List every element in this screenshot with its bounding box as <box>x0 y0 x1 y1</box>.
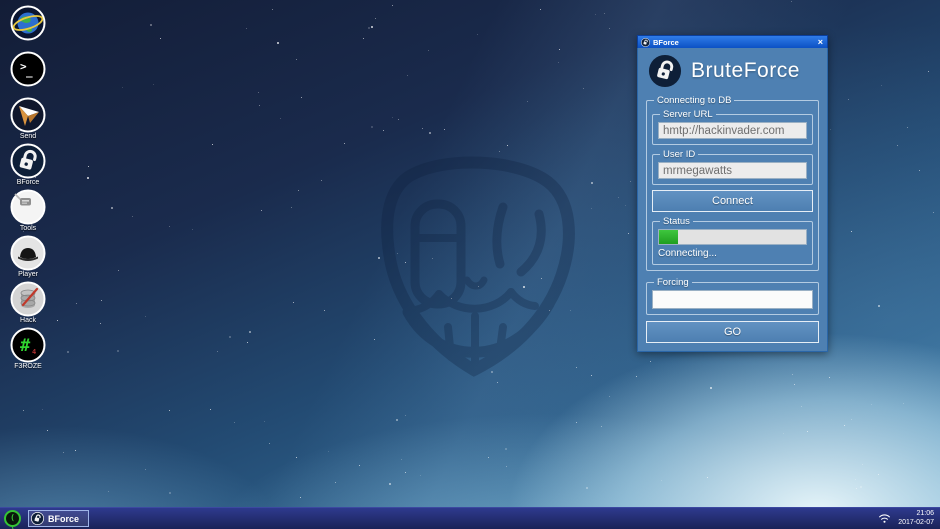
app-header: BruteForce <box>646 51 819 93</box>
connecting-to-db-group: Connecting to DB Server URL User ID Conn… <box>646 95 819 271</box>
browser-icon[interactable] <box>10 5 46 41</box>
hack-icon[interactable] <box>10 281 46 317</box>
go-button[interactable]: GO <box>646 321 819 343</box>
status-label: Status <box>663 216 690 227</box>
connecting-to-db-label: Connecting to DB <box>657 95 732 106</box>
svg-text:4: 4 <box>32 348 36 356</box>
app-title: BruteForce <box>691 59 800 82</box>
start-button[interactable]: ( ) <box>4 510 21 529</box>
user-id-group: User ID <box>652 149 813 185</box>
tools-icon[interactable] <box>10 189 46 225</box>
matrix-icon[interactable]: # 4 <box>10 327 46 363</box>
window-body: BruteForce Connecting to DB Server URL U… <box>637 48 828 352</box>
window-titlebar[interactable]: BForce × <box>637 35 828 48</box>
player-icon[interactable] <box>10 235 46 271</box>
desktop-icon-column: > _ Send BForce Tools Player Hack # 4 F3… <box>6 5 50 373</box>
taskbar: ( ) BForce 21:06 2017-02-07 <box>0 507 940 529</box>
matrix-icon-label: F3ROZE <box>14 363 42 370</box>
status-text: Connecting... <box>658 248 717 259</box>
window-titlebar-icon <box>641 37 650 47</box>
taskbar-bforce-icon <box>31 512 44 525</box>
clock-date: 2017-02-07 <box>898 518 934 526</box>
console-icon[interactable]: > _ <box>10 51 46 87</box>
connect-button[interactable]: Connect <box>652 190 813 212</box>
tools-icon-label: Tools <box>19 225 37 232</box>
taskbar-item-bforce[interactable]: BForce <box>28 510 90 527</box>
close-icon[interactable]: × <box>818 37 823 47</box>
bruteforce-logo-icon <box>648 54 682 88</box>
status-group: Status Connecting... <box>652 216 813 265</box>
bforce-icon-label: BForce <box>16 179 40 186</box>
server-url-label: Server URL <box>663 109 713 120</box>
server-url-input[interactable] <box>658 122 807 139</box>
anonymous-mask-watermark <box>353 152 601 384</box>
bforce-icon[interactable] <box>10 143 46 179</box>
send-icon[interactable] <box>10 97 46 133</box>
bruteforce-window: BForce × BruteForce Connecting to DB Ser… <box>637 35 828 352</box>
svg-text:#: # <box>20 336 31 356</box>
svg-text:_: _ <box>26 65 33 78</box>
desktop: > _ Send BForce Tools Player Hack # 4 F3… <box>0 0 940 529</box>
taskbar-item-label: BForce <box>48 513 80 524</box>
forcing-label: Forcing <box>657 277 689 288</box>
progress-bar <box>658 229 807 245</box>
player-icon-label: Player <box>18 271 38 278</box>
send-icon-label: Send <box>19 133 37 140</box>
user-id-label: User ID <box>663 149 696 160</box>
forcing-group: Forcing <box>646 277 819 315</box>
hack-icon-label: Hack <box>20 317 36 324</box>
taskbar-clock[interactable]: 21:06 2017-02-07 <box>898 510 934 527</box>
forcing-input[interactable] <box>652 290 813 309</box>
user-id-input[interactable] <box>658 162 807 179</box>
window-title: BForce <box>653 37 679 47</box>
wifi-icon[interactable] <box>878 513 891 524</box>
clock-time: 21:06 <box>916 510 934 517</box>
progress-bar-fill <box>659 230 679 244</box>
system-tray: 21:06 2017-02-07 <box>878 510 934 527</box>
server-url-group: Server URL <box>652 109 813 145</box>
